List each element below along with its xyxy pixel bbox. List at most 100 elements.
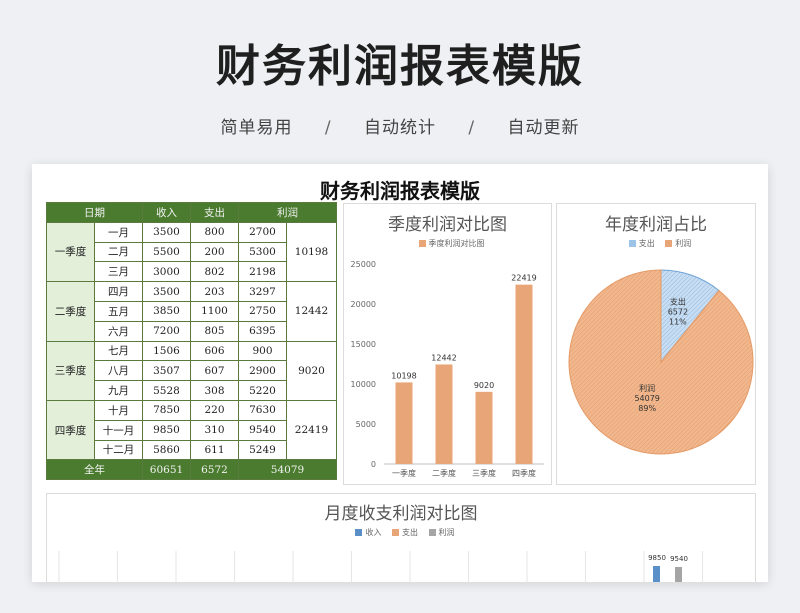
profit-cell: 7630 — [238, 399, 287, 421]
month-cell: 十一月 — [94, 419, 143, 441]
bar — [435, 364, 453, 464]
header-expense: 支出 — [190, 202, 239, 223]
expense-cell: 606 — [190, 340, 239, 362]
profit-table: 日期 收入 支出 利润 一季度 一月 3500 800 2700 10198 二月 5500 200 53… — [46, 202, 337, 481]
profit-cell: 9540 — [238, 419, 287, 441]
expense-cell: 310 — [190, 419, 239, 441]
tag-auto-stats: 自动统计 — [364, 118, 436, 138]
bar — [515, 284, 533, 464]
income-cell: 3500 — [142, 281, 191, 302]
income-cell: 3000 — [142, 261, 191, 283]
quarter-profit-chart: 季度利润对比图 季度利润对比图 0 5000 10000 15000 20000 2500… — [343, 203, 552, 485]
y-tick-label: 0 — [371, 460, 376, 469]
profit-cell: 900 — [238, 340, 287, 362]
y-tick-label: 25000 — [351, 260, 376, 269]
profit-cell: 2900 — [238, 360, 287, 382]
monthly-chart-svg: 9850 9540 — [58, 551, 703, 582]
expense-cell: 805 — [190, 320, 239, 342]
x-tick-label: 一季度 — [392, 468, 416, 478]
expense-cell: 611 — [190, 439, 239, 461]
sheet-title: 财务利润报表模版 — [320, 179, 480, 203]
month-cell: 五月 — [94, 300, 143, 322]
tag-separator: / — [468, 118, 476, 138]
x-tick-label: 二季度 — [432, 468, 456, 478]
bar-data-label: 9850 — [648, 554, 666, 562]
month-cell: 十月 — [94, 399, 143, 421]
y-tick-label: 20000 — [351, 300, 376, 309]
expense-cell: 308 — [190, 380, 239, 401]
bar — [653, 566, 660, 582]
income-cell: 1506 — [142, 340, 191, 362]
profit-cell: 2700 — [238, 221, 287, 243]
header-income: 收入 — [142, 202, 191, 223]
income-cell: 3500 — [142, 221, 191, 243]
income-cell: 5528 — [142, 380, 191, 401]
table-footer-row: 全年 60651 6572 54079 — [46, 459, 337, 481]
expense-cell: 800 — [190, 221, 239, 243]
footer-expense: 6572 — [190, 459, 239, 481]
pie-data-label: 6572 — [668, 307, 688, 316]
bar — [395, 382, 413, 464]
pie-slice — [568, 269, 754, 455]
y-tick-label: 5000 — [356, 420, 376, 429]
profit-cell: 3297 — [238, 281, 287, 302]
profit-cell: 5220 — [238, 380, 287, 401]
income-cell: 5500 — [142, 241, 191, 263]
income-cell: 3507 — [142, 360, 191, 382]
expense-cell: 1100 — [190, 300, 239, 322]
table-header-row: 日期 收入 支出 利润 — [46, 202, 337, 223]
month-cell: 四月 — [94, 281, 143, 302]
table-row: 三季度 七月 1506 606 900 9020 — [46, 340, 337, 401]
profit-cell: 5300 — [238, 241, 287, 263]
y-tick-label: 15000 — [351, 340, 376, 349]
page-title: 财务利润报表模版 — [216, 41, 584, 92]
pie-data-label: 利润 — [639, 383, 655, 393]
pie-chart-svg: 支出657211% 利润5407989% — [568, 269, 754, 455]
quarter-cell: 一季度 — [46, 221, 95, 283]
month-cell: 十二月 — [94, 439, 143, 461]
expense-cell: 203 — [190, 281, 239, 302]
x-tick-label: 四季度 — [512, 468, 536, 478]
month-cell: 九月 — [94, 380, 143, 401]
profit-cell: 2750 — [238, 300, 287, 322]
profit-cell: 6395 — [238, 320, 287, 342]
quarter-total-cell: 12442 — [286, 281, 337, 342]
header-date: 日期 — [46, 202, 143, 223]
month-cell: 二月 — [94, 241, 143, 263]
pie-data-label: 89% — [638, 404, 656, 413]
expense-cell: 220 — [190, 399, 239, 421]
month-cell: 三月 — [94, 261, 143, 283]
profit-cell: 2198 — [238, 261, 287, 283]
income-cell: 5860 — [142, 439, 191, 461]
y-tick-label: 10000 — [351, 380, 376, 389]
quarter-total-cell: 10198 — [286, 221, 337, 283]
quarter-cell: 三季度 — [46, 340, 95, 401]
month-cell: 六月 — [94, 320, 143, 342]
pie-data-label: 11% — [669, 317, 687, 326]
profit-cell: 5249 — [238, 439, 287, 461]
expense-cell: 607 — [190, 360, 239, 382]
pie-data-label: 54079 — [634, 394, 659, 403]
bar — [675, 567, 682, 582]
pie-data-label: 支出 — [670, 296, 686, 306]
bar-data-label: 22419 — [511, 274, 536, 283]
header-profit: 利润 — [238, 202, 337, 223]
bar-chart-svg: 0 5000 10000 15000 20000 25000 10198 一季度 12442 二季… — [351, 260, 544, 478]
spreadsheet-sheet: 财务利润报表模版 日期 收入 支出 利润 一季度 一月 3500 800 2700 10198 二月… — [32, 164, 768, 582]
month-cell: 一月 — [94, 221, 143, 243]
x-tick-label: 三季度 — [472, 468, 496, 478]
bar — [475, 391, 493, 464]
tag-easy: 简单易用 — [220, 118, 293, 138]
income-cell: 9850 — [142, 419, 191, 441]
footer-profit: 54079 — [238, 459, 337, 481]
month-cell: 八月 — [94, 360, 143, 382]
month-cell: 七月 — [94, 340, 143, 362]
quarter-cell: 二季度 — [46, 281, 95, 342]
monthly-comparison-chart: 月度收支利润对比图 收入 支出 利润 9850 9540 — [46, 493, 756, 582]
quarter-total-cell: 22419 — [286, 399, 337, 461]
tagline: 简单易用 / 自动统计 / 自动更新 — [0, 113, 800, 138]
table-row: 二季度 四月 3500 203 3297 12442 — [46, 281, 337, 342]
bar-data-label: 9540 — [670, 555, 688, 563]
bar-data-label: 10198 — [391, 371, 416, 380]
bar-data-label: 12442 — [431, 353, 456, 362]
